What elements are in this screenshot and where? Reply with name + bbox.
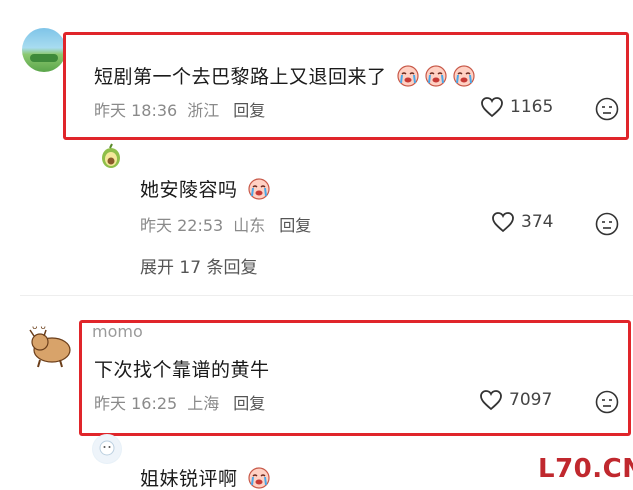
crying-emoji-icon xyxy=(246,465,272,490)
avatar[interactable] xyxy=(92,434,122,464)
dislike-button[interactable] xyxy=(595,97,619,125)
comment-meta: 昨天 16:25 上海 回复 xyxy=(94,390,275,414)
heart-icon xyxy=(480,390,502,411)
comment-text: 她安陵容吗 xyxy=(140,175,272,205)
dislike-button[interactable] xyxy=(595,390,619,418)
like-button[interactable]: 7097 xyxy=(479,389,552,411)
comment-text: 姐妹锐评啊 xyxy=(140,464,272,490)
comment-time: 昨天 16:25 xyxy=(94,394,178,413)
reply-button[interactable]: 回复 xyxy=(279,216,311,235)
heart-icon xyxy=(481,97,503,118)
heart-icon xyxy=(492,212,514,233)
dislike-button[interactable] xyxy=(595,212,619,240)
crying-emoji-icon xyxy=(423,63,449,92)
comment-time: 昨天 18:36 xyxy=(94,101,178,120)
comment-text: 短剧第一个去巴黎路上又退回来了 xyxy=(94,62,477,92)
comment-meta: 昨天 22:53 山东 回复 xyxy=(140,212,321,236)
crying-emoji-icon xyxy=(395,63,421,92)
like-count: 374 xyxy=(521,212,554,232)
comment-location: 上海 xyxy=(187,394,220,413)
comment-location: 浙江 xyxy=(187,101,220,120)
comment-meta: 昨天 18:36 浙江 回复 xyxy=(94,97,275,121)
like-count: 7097 xyxy=(509,390,553,410)
crying-emoji-icon xyxy=(451,63,477,92)
meh-face-icon xyxy=(595,212,619,236)
crying-emoji-icon xyxy=(246,176,272,205)
like-button[interactable]: 1165 xyxy=(480,96,553,118)
comment-text: 下次找个靠谱的黄牛 xyxy=(94,359,270,381)
meh-face-icon xyxy=(595,390,619,414)
comment-location: 山东 xyxy=(233,216,266,235)
like-count: 1165 xyxy=(510,97,554,117)
expand-replies-link[interactable]: 展开 17 条回复 xyxy=(140,253,257,278)
avatar[interactable]: ᴗ ᴗ xyxy=(26,320,76,368)
meh-face-icon xyxy=(595,97,619,121)
like-button[interactable]: 374 xyxy=(491,211,553,233)
comment-time: 昨天 22:53 xyxy=(140,216,224,235)
avatar[interactable] xyxy=(22,28,66,72)
divider xyxy=(20,295,633,296)
reply-button[interactable]: 回复 xyxy=(233,394,265,413)
svg-text:ᴗ ᴗ: ᴗ ᴗ xyxy=(32,322,46,332)
reply-button[interactable]: 回复 xyxy=(233,101,265,120)
avatar[interactable] xyxy=(98,143,124,169)
watermark: L70.CN xyxy=(538,454,633,484)
